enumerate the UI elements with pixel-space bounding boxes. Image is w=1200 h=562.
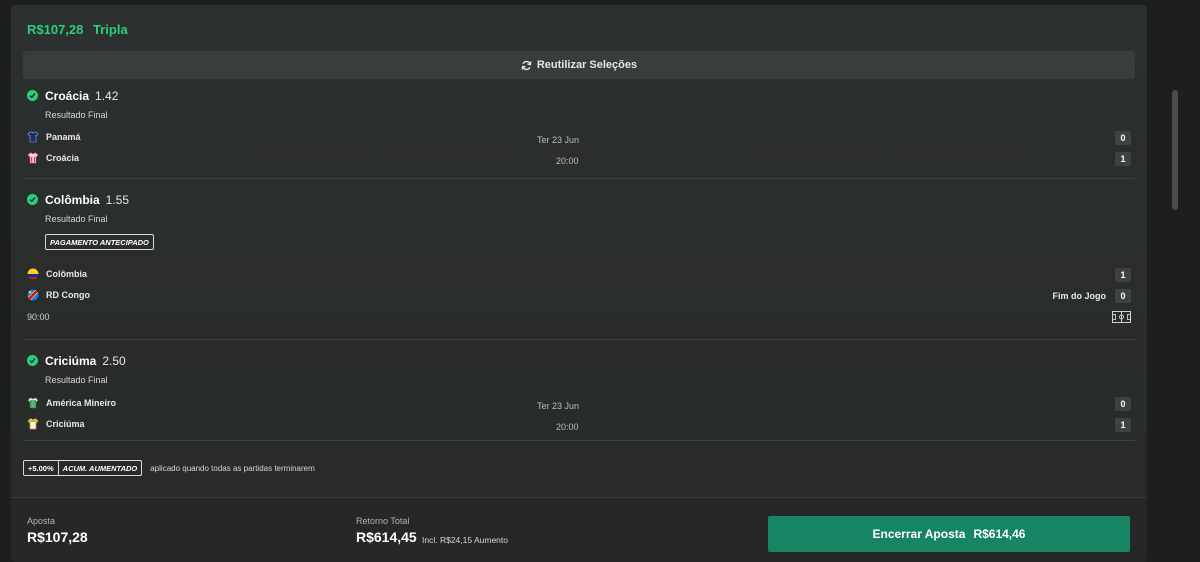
away-team-name: RD Congo	[46, 290, 90, 300]
away-team-name: Croácia	[46, 153, 80, 163]
selection-odds: 1.42	[95, 89, 119, 103]
selection-odds: 2.50	[102, 354, 126, 368]
bet-card: R$107,28 Tripla Reutilizar Seleções Croá…	[11, 5, 1147, 562]
home-team-name: Colômbia	[46, 269, 88, 279]
return-boost-note: Incl. R$24,15 Aumento	[422, 535, 509, 545]
reuse-selections-button[interactable]: Reutilizar Seleções	[23, 51, 1135, 79]
early-payout-badge: PAGAMENTO ANTECIPADO	[45, 234, 154, 250]
shirt-icon	[27, 131, 39, 143]
bet-header: R$107,28 Tripla	[27, 22, 134, 37]
stake-label: Aposta	[27, 516, 56, 526]
accumulator-boost: +5.00% ACUM. AUMENTADO aplicado quando t…	[23, 460, 315, 476]
return-label: Retorno Total	[356, 516, 410, 526]
bet-footer: Aposta R$107,28 Retorno Total R$614,45 I…	[11, 497, 1147, 562]
selection-divider	[23, 440, 1135, 441]
selection-divider	[23, 178, 1135, 179]
away-team: Croácia	[27, 152, 79, 164]
selection-title: Croácia 1.42	[45, 89, 118, 103]
home-team-name: América Mineiro	[46, 398, 117, 408]
shirt-icon	[27, 397, 39, 409]
away-team: Criciúma	[27, 418, 85, 430]
bet-type: Tripla	[93, 22, 128, 37]
home-score: 0	[1115, 397, 1131, 411]
home-team: Colômbia	[27, 268, 87, 280]
match-time: 20:00	[556, 422, 579, 432]
match-status: Fim do Jogo	[1052, 291, 1107, 301]
pitch-icon[interactable]	[1112, 310, 1131, 328]
away-team-name: Criciúma	[46, 419, 85, 429]
away-score: 1	[1115, 152, 1131, 166]
check-icon	[27, 90, 38, 101]
check-icon	[27, 194, 38, 205]
selection-pick: Criciúma	[45, 354, 97, 368]
selection-market: Resultado Final	[45, 375, 108, 385]
check-icon	[27, 355, 38, 366]
shirt-icon	[27, 418, 39, 430]
home-team: Panamá	[27, 131, 81, 143]
boost-label: ACUM. AUMENTADO	[58, 460, 143, 476]
match-time: 20:00	[556, 156, 579, 166]
selection-title: Criciúma 2.50	[45, 354, 126, 368]
stake-value: R$107,28	[27, 529, 88, 545]
home-team: América Mineiro	[27, 397, 116, 409]
boost-note: aplicado quando todas as partidas termin…	[150, 463, 315, 473]
boost-percent: +5.00%	[23, 460, 59, 476]
reuse-selections-label: Reutilizar Seleções	[536, 59, 638, 71]
refresh-icon	[521, 60, 532, 71]
flag-icon	[27, 289, 39, 301]
bet-stake-amount: R$107,28	[27, 22, 84, 37]
home-score: 0	[1115, 131, 1131, 145]
away-score: 1	[1115, 418, 1131, 432]
selection-odds: 1.55	[105, 193, 130, 207]
return-value: R$614,45	[356, 529, 417, 545]
selection-title: Colômbia 1.55	[45, 193, 129, 207]
cashout-amount: R$614,46	[973, 527, 1026, 541]
match-clock: 90:00	[27, 312, 50, 322]
selection-pick: Croácia	[45, 89, 90, 103]
shirt-icon	[27, 152, 39, 164]
flag-icon	[27, 268, 39, 280]
cashout-label: Encerrar Aposta	[872, 527, 966, 541]
selection-market: Resultado Final	[45, 110, 108, 120]
away-team: RD Congo	[27, 289, 90, 301]
selection-market: Resultado Final	[45, 214, 108, 224]
match-date: Ter 23 Jun	[537, 401, 580, 411]
home-score: 1	[1115, 268, 1131, 282]
scrollbar-thumb[interactable]	[1172, 90, 1178, 210]
match-date: Ter 23 Jun	[537, 135, 580, 145]
away-score: 0	[1115, 289, 1131, 303]
cashout-button[interactable]: Encerrar Aposta R$614,46	[768, 516, 1130, 552]
home-team-name: Panamá	[46, 132, 81, 142]
selection-pick: Colômbia	[45, 193, 100, 207]
selection-divider	[23, 339, 1135, 340]
